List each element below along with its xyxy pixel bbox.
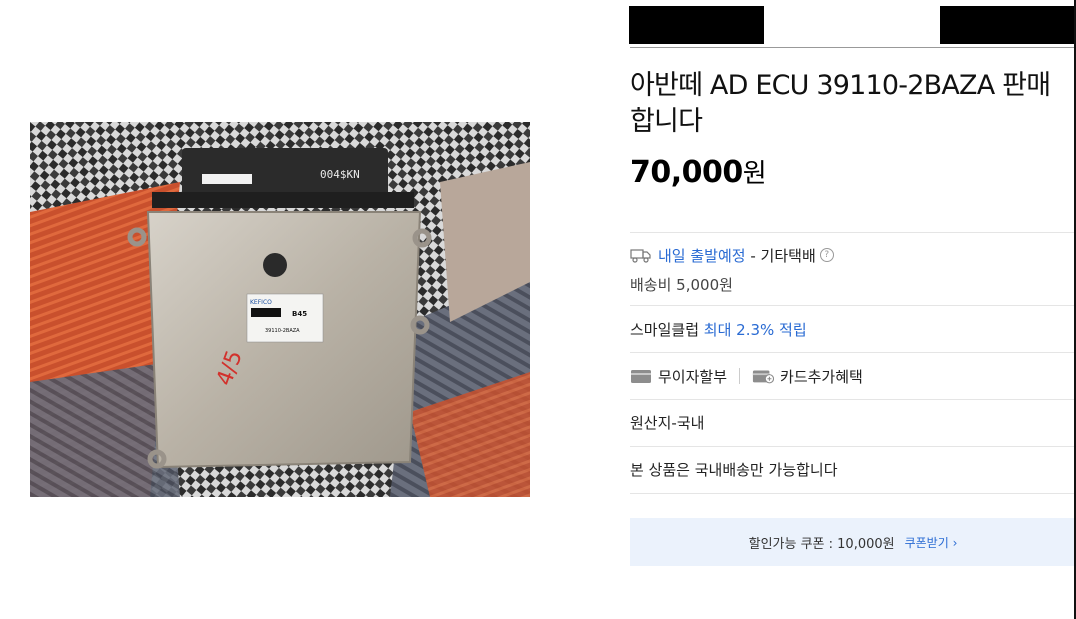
domestic-shipping-note: 본 상품은 국내배송만 가능합니다: [630, 461, 838, 479]
smileclub-label: 스마일클럽: [630, 321, 700, 339]
smileclub-benefit: 최대 2.3% 적립: [703, 321, 807, 339]
divider: [630, 232, 1076, 233]
product-image[interactable]: 004$KN KEFICO B45 39110-2BAZA 4/5: [30, 122, 530, 497]
redacted-block: [940, 6, 1076, 44]
vertical-divider: [739, 368, 741, 384]
product-title: 아반떼 AD ECU 39110-2BAZA 판매합니다: [630, 70, 1051, 137]
divider: [630, 305, 1076, 306]
shipping-line: 내일 출발예정 - 기타택배 ?: [630, 244, 1076, 266]
payment-benefits: 무이자할부 카드추가혜택: [630, 365, 1076, 387]
coupon-text: 할인가능 쿠폰 : 10,000원: [748, 536, 895, 552]
redacted-block: [629, 6, 764, 44]
truck-icon: [630, 249, 651, 263]
label-code: B45: [292, 310, 307, 318]
price-value: 70,000: [630, 155, 743, 190]
help-icon[interactable]: ?: [819, 248, 834, 262]
shipping-eta: 내일 출발예정: [658, 246, 746, 265]
top-bar: [629, 0, 1076, 48]
price-unit: 원: [742, 159, 767, 189]
divider: [630, 446, 1076, 447]
label-brand: KEFICO: [250, 299, 272, 306]
coupon-banner[interactable]: 할인가능 쿠폰 : 10,000원 쿠폰받기 ›: [630, 518, 1076, 566]
label-part: 39110-2BAZA: [265, 328, 300, 334]
installment-link[interactable]: 무이자할부: [658, 366, 727, 387]
smileclub-line[interactable]: 스마일클럽 최대 2.3% 적립: [630, 319, 1076, 341]
product-info-panel: 아반떼 AD ECU 39110-2BAZA 판매합니다 70,000원 내일 …: [629, 0, 1076, 619]
divider: [630, 352, 1076, 353]
origin-info: 원산지-국내: [630, 414, 705, 432]
divider: [630, 493, 1076, 494]
card-plus-icon: [752, 370, 775, 384]
card-benefit-link[interactable]: 카드추가혜택: [780, 366, 863, 387]
shipping-fee: 배송비 5,000원: [630, 276, 733, 294]
divider: [630, 399, 1076, 400]
shipping-method: - 기타택배: [750, 246, 816, 265]
product-price: 70,000원: [630, 153, 767, 194]
card-icon: [631, 370, 651, 383]
get-coupon-link[interactable]: 쿠폰받기 ›: [905, 534, 958, 551]
connector-marking: 004$KN: [320, 168, 360, 181]
